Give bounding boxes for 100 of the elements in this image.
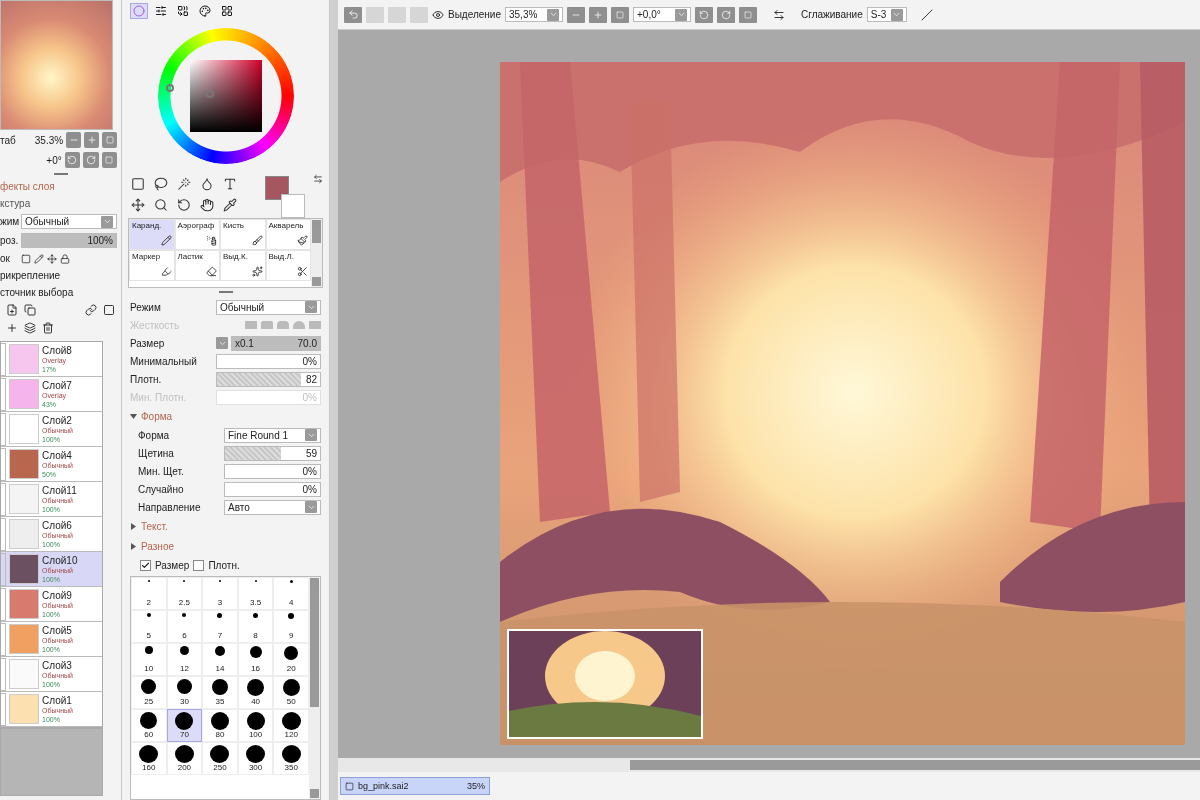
brush-size-preset[interactable]: 6: [166, 610, 203, 643]
layer-visibility-toggle[interactable]: [1, 482, 6, 516]
dropdown-field[interactable]: Обычный: [216, 299, 321, 315]
brush-size-preset[interactable]: 16: [237, 643, 274, 676]
brush-size-preset[interactable]: 100: [237, 709, 274, 742]
layer-visibility-toggle[interactable]: [1, 692, 6, 726]
brush-size-preset[interactable]: 14: [202, 643, 238, 676]
lock-icon[interactable]: [60, 253, 70, 264]
brush-size-preset[interactable]: 70: [166, 709, 203, 742]
value-slider[interactable]: 0%: [216, 353, 321, 369]
section-title[interactable]: Текст.: [141, 520, 168, 532]
rotate-right-button[interactable]: [83, 152, 99, 168]
brush-size-preset[interactable]: 200: [166, 742, 203, 775]
section-title[interactable]: фекты слоя: [0, 181, 55, 192]
brush-size-preset[interactable]: 350: [273, 742, 309, 775]
eye-icon[interactable]: [432, 8, 444, 21]
zoom-field[interactable]: 35,3%: [505, 7, 563, 22]
checkbox[interactable]: [140, 559, 151, 571]
brush-tool[interactable]: Выд.К.: [220, 250, 266, 281]
layer-visibility-toggle[interactable]: [1, 552, 6, 586]
brush-size-preset[interactable]: 300: [237, 742, 274, 775]
angle-field[interactable]: +0,0°: [633, 7, 691, 22]
layer-visibility-toggle[interactable]: [1, 447, 6, 481]
triangle-icon[interactable]: [130, 412, 137, 420]
brush-size-preset[interactable]: 12: [166, 643, 203, 676]
move-icon[interactable]: [47, 253, 57, 264]
brush-size-preset[interactable]: 160: [131, 742, 167, 775]
reset-zoom-button[interactable]: [611, 6, 629, 23]
layer-visibility-toggle[interactable]: [1, 342, 6, 376]
brush-size-preset[interactable]: 120: [273, 709, 309, 742]
layer-visibility-toggle[interactable]: [1, 587, 6, 621]
brush-size-preset[interactable]: 25: [131, 676, 167, 709]
brush-size-preset[interactable]: 40: [237, 676, 274, 709]
new-layer-icon[interactable]: [6, 304, 18, 316]
document-tab[interactable]: bg_pink.sai2 35%: [340, 777, 490, 795]
navigator-preview[interactable]: [0, 0, 113, 130]
zoom-out-button[interactable]: [567, 6, 585, 23]
copy-icon[interactable]: [24, 304, 36, 316]
brush-size-preset[interactable]: 60: [131, 709, 167, 742]
checkbox[interactable]: [193, 559, 205, 571]
color-mode-tab[interactable]: [130, 3, 148, 19]
pencil-icon[interactable]: [34, 253, 44, 264]
trash-icon[interactable]: [42, 322, 54, 334]
layer-visibility-toggle[interactable]: [1, 377, 6, 411]
square-icon[interactable]: [21, 253, 31, 264]
section-title[interactable]: Форма: [141, 410, 173, 422]
reset-rotation-button[interactable]: [739, 6, 757, 23]
horizontal-scrollbar[interactable]: [338, 758, 1200, 772]
brush-tool[interactable]: Акварель: [265, 219, 311, 250]
brush-size-preset[interactable]: 2: [131, 577, 167, 610]
rotate-left-button[interactable]: [695, 6, 713, 23]
brush-tool[interactable]: Аэрограф: [174, 219, 220, 250]
layers-icon[interactable]: [24, 322, 36, 334]
reset-zoom-button[interactable]: [102, 132, 117, 148]
brush-tool[interactable]: Маркер: [129, 250, 175, 281]
brush-tool[interactable]: Каранд.: [129, 219, 175, 250]
dropdown-field[interactable]: Fine Round 1: [224, 427, 321, 443]
primary-color-swatch[interactable]: [265, 176, 289, 200]
brush-size-preset[interactable]: 20: [273, 643, 309, 676]
scrollbar[interactable]: [311, 219, 322, 287]
color-knob[interactable]: [206, 90, 214, 98]
brush-size-preset[interactable]: 5: [131, 610, 167, 643]
layer-visibility-toggle[interactable]: [1, 517, 6, 551]
size-slider[interactable]: x0.1 70.0: [231, 335, 321, 351]
brush-size-preset[interactable]: 9: [273, 610, 309, 643]
selection-source-label[interactable]: сточник выбора: [0, 287, 74, 298]
brush-size-preset[interactable]: 2.5: [166, 577, 203, 610]
brush-size-preset[interactable]: 8: [237, 610, 274, 643]
brush-size-preset[interactable]: 80: [202, 709, 238, 742]
dropdown-field[interactable]: Авто: [224, 499, 321, 515]
color-mode-tab[interactable]: [196, 3, 214, 19]
brush-size-preset[interactable]: 250: [202, 742, 238, 775]
plus-icon[interactable]: [6, 322, 18, 334]
brush-tool[interactable]: Выд.Л.: [265, 250, 311, 281]
brush-size-preset[interactable]: 10: [131, 643, 167, 676]
clipping-label[interactable]: рикрепление: [0, 270, 61, 281]
section-title[interactable]: кстура: [0, 198, 31, 209]
line-icon[interactable]: [920, 8, 933, 21]
rotate-right-button[interactable]: [717, 6, 735, 23]
brush-tool[interactable]: Кисть: [220, 219, 266, 250]
brush-size-preset[interactable]: 7: [202, 610, 238, 643]
layer-visibility-toggle[interactable]: [1, 657, 6, 691]
value-slider[interactable]: 0%: [224, 481, 321, 497]
brush-tool[interactable]: Ластик: [174, 250, 220, 281]
saturation-square[interactable]: [190, 60, 262, 132]
layer-visibility-toggle[interactable]: [1, 622, 6, 656]
value-slider[interactable]: 0%: [224, 463, 321, 479]
section-title[interactable]: Разное: [141, 540, 175, 552]
mask-icon[interactable]: [103, 304, 115, 316]
swap-icon[interactable]: [313, 174, 323, 184]
value-slider[interactable]: 82: [216, 371, 321, 387]
zoom-in-button[interactable]: [84, 132, 100, 148]
value-slider[interactable]: 59: [224, 445, 321, 461]
brush-size-preset[interactable]: 3.5: [237, 577, 274, 610]
layer-visibility-toggle[interactable]: [1, 412, 6, 446]
brush-size-preset[interactable]: 4: [273, 577, 309, 610]
brush-size-preset[interactable]: 30: [166, 676, 203, 709]
reset-rotation-button[interactable]: [101, 152, 117, 168]
brush-size-preset[interactable]: 50: [273, 676, 309, 709]
secondary-color-swatch[interactable]: [281, 194, 305, 218]
